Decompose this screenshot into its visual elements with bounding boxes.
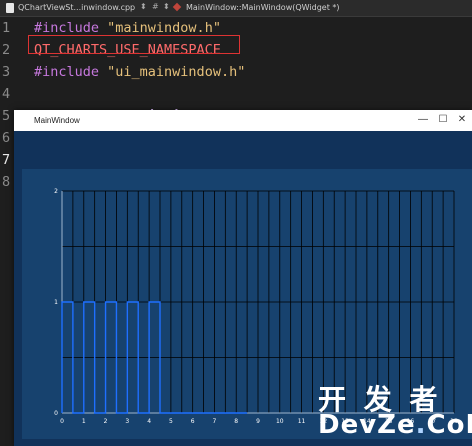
x-tick-label: 7: [213, 418, 217, 425]
symbol-chevron-icon[interactable]: ⬍: [163, 2, 170, 11]
line-number: 2: [2, 42, 11, 58]
hash-icon[interactable]: #: [152, 2, 159, 11]
line-number: 1: [2, 20, 11, 36]
watermark-com: CoM: [426, 410, 472, 440]
annotation-box: [28, 35, 240, 54]
tab-symbol[interactable]: MainWindow::MainWindow(QWidget *): [186, 3, 340, 12]
minimize-icon[interactable]: —: [416, 113, 430, 127]
window-title-bar[interactable]: MainWindow — ☐ ✕: [14, 110, 472, 131]
editor-tab-strip: QChartViewSt...inwindow.cpp ⬍ # ⬍ MainWi…: [0, 0, 472, 17]
document-icon: [6, 3, 14, 13]
y-tick-label: 0: [54, 410, 58, 417]
watermark-dot: .: [415, 410, 427, 440]
x-tick-label: 5: [169, 418, 173, 425]
tab-chevron-icon[interactable]: ⬍: [140, 2, 147, 11]
x-tick-label: 0: [60, 418, 64, 425]
code-token: #include: [34, 20, 108, 36]
maximize-icon[interactable]: ☐: [436, 113, 450, 127]
code-line[interactable]: 3 #include "ui_mainwindow.h": [0, 61, 472, 83]
code-token: #include: [34, 64, 108, 80]
y-tick-label: 2: [54, 188, 58, 195]
x-tick-label: 8: [234, 418, 238, 425]
code-token: "ui_mainwindow.h": [107, 64, 246, 80]
x-tick-label: 6: [191, 418, 195, 425]
close-icon[interactable]: ✕: [455, 113, 469, 127]
watermark-logo: DevZe.CoM: [318, 410, 472, 440]
x-tick-label: 10: [276, 418, 284, 425]
watermark-devze: DevZe: [318, 410, 416, 440]
window-title: MainWindow: [34, 116, 80, 125]
function-icon: [172, 2, 182, 12]
x-tick-label: 1: [82, 418, 86, 425]
x-tick-label: 9: [256, 418, 260, 425]
line-number: 4: [2, 86, 11, 102]
code-token: "mainwindow.h": [107, 20, 221, 36]
y-tick-label: 1: [54, 299, 58, 306]
code-line[interactable]: 4: [0, 83, 472, 105]
tab-file[interactable]: QChartViewSt...inwindow.cpp: [18, 3, 135, 12]
x-tick-label: 3: [125, 418, 129, 425]
x-tick-label: 4: [147, 418, 151, 425]
x-tick-label: 11: [298, 418, 306, 425]
code-text: #include "ui_mainwindow.h": [34, 61, 245, 83]
x-tick-label: 2: [104, 418, 108, 425]
line-number: 3: [2, 64, 11, 80]
